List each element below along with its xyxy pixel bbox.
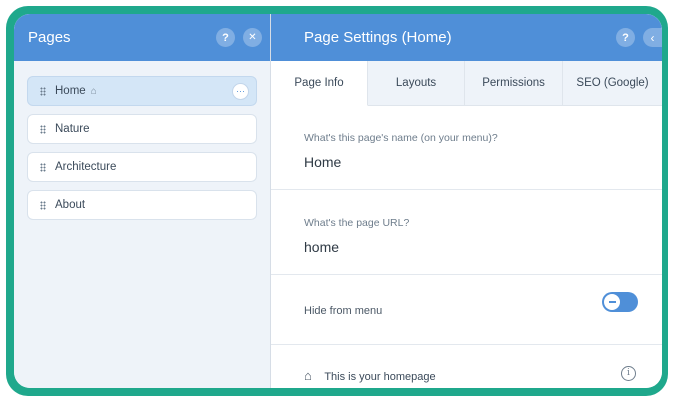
homepage-section: ⌂ This is your homepage i [271, 345, 662, 388]
home-icon: ⌂ [304, 368, 312, 383]
page-item-label: Nature [55, 123, 90, 135]
toggle-off-icon [608, 301, 616, 303]
pages-panel: Pages ? ✕ Home ⌂ ··· Nature Architecture [14, 14, 271, 388]
hide-from-menu-section: Hide from menu [271, 275, 662, 345]
page-name-label: What's this page's name (on your menu)? [304, 132, 498, 144]
page-url-section: What's the page URL? home [271, 190, 662, 275]
toggle-knob [604, 294, 620, 310]
app-frame: Pages ? ✕ Home ⌂ ··· Nature Architecture [6, 6, 668, 396]
drag-handle-icon[interactable] [40, 86, 46, 96]
info-icon[interactable]: i [621, 366, 636, 381]
page-name-field[interactable]: Home [304, 154, 662, 170]
page-item-label: Home [55, 85, 86, 97]
page-item-architecture[interactable]: Architecture [27, 152, 257, 182]
settings-tabs: Page Info Layouts Permissions SEO (Googl… [271, 61, 662, 106]
pages-close-icon[interactable]: ✕ [243, 28, 262, 47]
drag-handle-icon[interactable] [40, 162, 46, 172]
collapse-arrow-icon[interactable]: ‹ [643, 28, 662, 47]
homepage-note: This is your homepage [324, 371, 436, 383]
pages-title: Pages [28, 29, 71, 46]
page-item-label: About [55, 199, 86, 211]
pages-header: Pages ? ✕ [14, 14, 270, 61]
page-item-label: Architecture [55, 161, 117, 173]
tab-seo[interactable]: SEO (Google) [563, 61, 662, 105]
page-item-nature[interactable]: Nature [27, 114, 257, 144]
tab-permissions[interactable]: Permissions [465, 61, 564, 105]
settings-title: Page Settings (Home) [304, 29, 452, 46]
page-url-label: What's the page URL? [304, 217, 410, 229]
drag-handle-icon[interactable] [40, 124, 46, 134]
page-item-home[interactable]: Home ⌂ ··· [27, 76, 257, 106]
page-item-about[interactable]: About [27, 190, 257, 220]
drag-handle-icon[interactable] [40, 200, 46, 210]
settings-header: Page Settings (Home) ? ‹ [271, 14, 662, 61]
page-list: Home ⌂ ··· Nature Architecture About [14, 61, 270, 220]
hide-from-menu-toggle[interactable] [602, 292, 638, 312]
more-options-icon[interactable]: ··· [232, 83, 249, 100]
pages-help-icon[interactable]: ? [216, 28, 235, 47]
page-url-field[interactable]: home [304, 239, 662, 255]
settings-help-icon[interactable]: ? [616, 28, 635, 47]
tab-layouts[interactable]: Layouts [368, 61, 466, 105]
page-settings-panel: Page Settings (Home) ? ‹ Page Info Layou… [271, 14, 662, 388]
tab-page-info[interactable]: Page Info [271, 61, 369, 106]
page-name-section: What's this page's name (on your menu)? … [271, 106, 662, 190]
app-window: Pages ? ✕ Home ⌂ ··· Nature Architecture [14, 14, 662, 388]
home-icon: ⌂ [90, 85, 97, 97]
